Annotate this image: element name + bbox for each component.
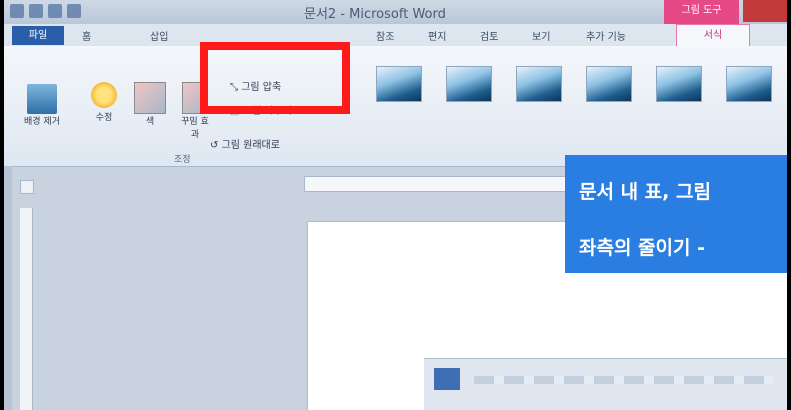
tab-file[interactable]: 파일 [12, 26, 64, 45]
left-edge [4, 166, 12, 410]
embedded-screenshot[interactable] [424, 358, 787, 410]
undo-icon[interactable] [48, 4, 62, 18]
ribbon-tabs [4, 24, 787, 47]
corrections-icon [89, 80, 119, 110]
reset-picture-button[interactable]: ↺ 그림 원래대로 [210, 136, 280, 151]
ribbon: 배경 제거 수정 색 꾸밈 효과 ⤡ 그림 압축 ▣ 그림 바꾸기 ↺ 그림 원… [4, 46, 787, 167]
reset-icon: ↺ [210, 140, 222, 151]
tab-insert[interactable]: 삽입 [150, 28, 168, 43]
title-bar: 문서2 - Microsoft Word 그림 도구 [4, 0, 787, 24]
word-window: 문서2 - Microsoft Word 그림 도구 파일 홈 삽입 참조 편지… [4, 0, 787, 410]
picture-style-4[interactable] [586, 66, 632, 102]
tab-review[interactable]: 검토 [480, 28, 498, 43]
highlight-box [200, 42, 350, 114]
picture-style-5[interactable] [656, 66, 702, 102]
remove-background-button[interactable]: 배경 제거 [22, 84, 62, 127]
color-icon [134, 82, 166, 114]
context-tab-label: 그림 도구 [664, 0, 739, 24]
picture-styles-gallery [376, 66, 787, 102]
corrections-button[interactable]: 수정 [86, 80, 122, 123]
tab-addins[interactable]: 추가 기능 [586, 28, 626, 43]
tab-mailings[interactable]: 편지 [428, 28, 446, 43]
picture-style-1[interactable] [376, 66, 422, 102]
remove-background-icon [27, 84, 57, 114]
save-icon[interactable] [29, 4, 43, 18]
embedded-toolbar [474, 376, 774, 384]
vertical-ruler[interactable] [20, 208, 33, 410]
ruler-toggle[interactable] [20, 180, 34, 194]
window-title: 문서2 - Microsoft Word [304, 7, 446, 22]
callout-box: 문서 내 표, 그림 좌측의 줄이기 - [565, 155, 787, 273]
color-button[interactable]: 색 [132, 82, 168, 127]
embedded-image-icon [434, 368, 460, 390]
word-logo-icon [10, 4, 24, 18]
tab-view[interactable]: 보기 [532, 28, 550, 43]
tab-format[interactable]: 서식 [676, 24, 750, 48]
close-window-button[interactable] [743, 0, 787, 22]
tab-references[interactable]: 참조 [376, 28, 394, 43]
redo-icon[interactable] [67, 4, 81, 18]
callout-line-2: 좌측의 줄이기 - [579, 237, 705, 259]
picture-style-3[interactable] [516, 66, 562, 102]
picture-style-6[interactable] [726, 66, 772, 102]
tab-home[interactable]: 홈 [82, 28, 91, 43]
quick-access-toolbar [10, 4, 81, 18]
callout-line-1: 문서 내 표, 그림 [579, 181, 711, 203]
picture-style-2[interactable] [446, 66, 492, 102]
group-label-adjust: 조정 [174, 155, 191, 165]
